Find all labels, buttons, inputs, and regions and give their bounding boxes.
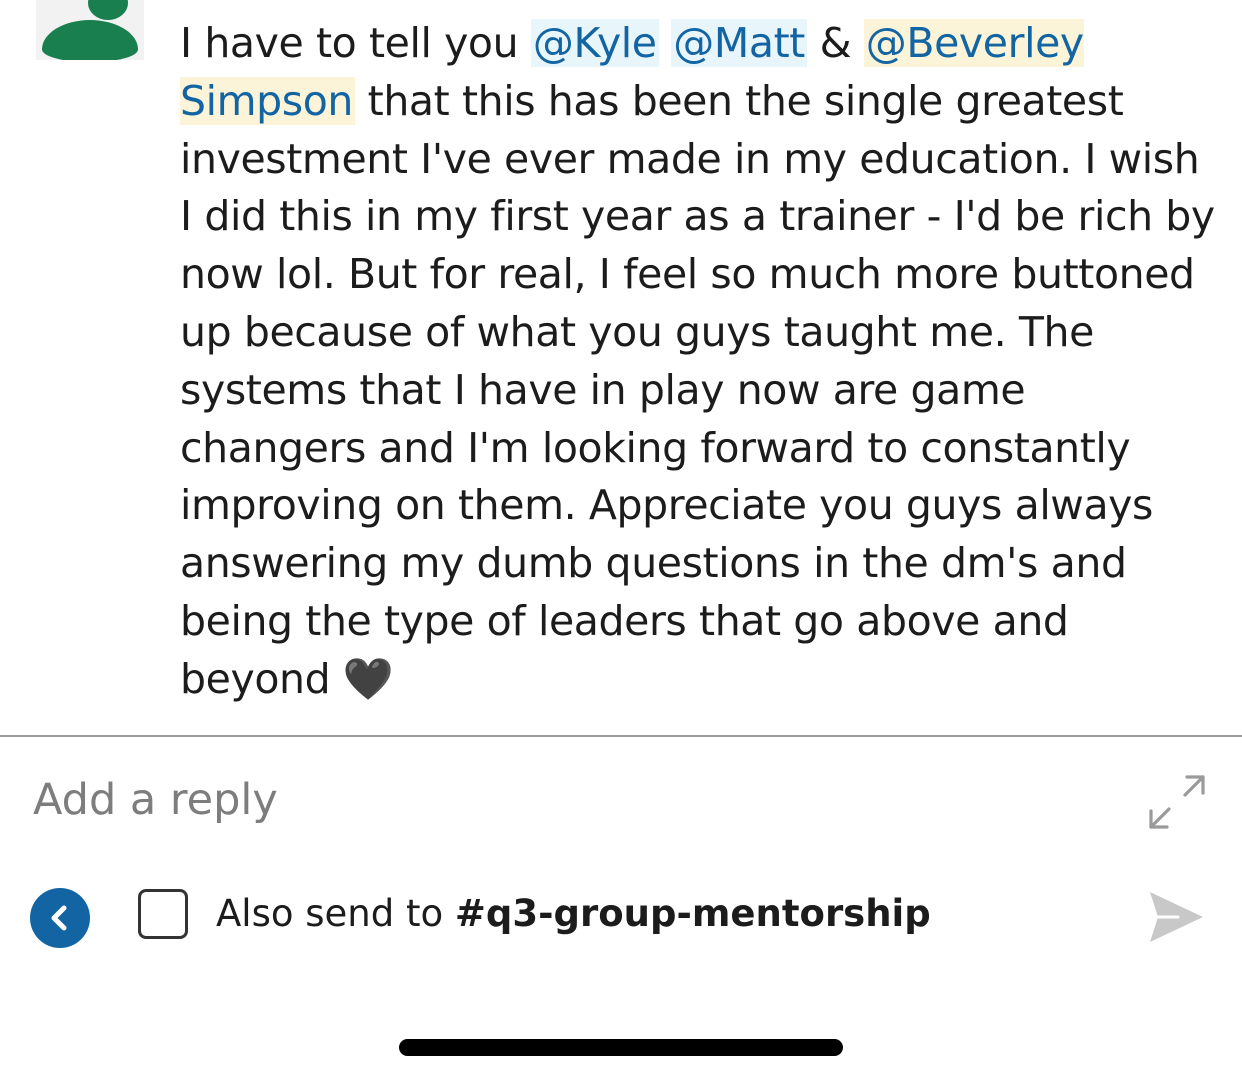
also-send-prefix: Also send to — [216, 892, 455, 935]
channel-name: #q3-group-mentorship — [454, 892, 931, 935]
avatar-body-shape — [42, 20, 138, 60]
avatar-head-shape — [88, 0, 128, 20]
home-indicator — [399, 1039, 843, 1056]
message-intro: I have to tell you — [180, 19, 531, 67]
mention-kyle[interactable]: @Kyle — [530, 19, 659, 67]
also-send-checkbox[interactable] — [138, 889, 188, 939]
back-button[interactable] — [30, 888, 90, 948]
message-space — [659, 19, 672, 67]
send-icon[interactable] — [1146, 888, 1206, 946]
also-send-label[interactable]: Also send to #q3-group-mentorship — [216, 892, 931, 935]
user-avatar[interactable] — [36, 0, 144, 60]
chevron-left-icon — [51, 905, 67, 931]
message-body: that this has been the single greatest i… — [180, 76, 1215, 703]
black-heart-emoji: 🖤 — [342, 654, 394, 703]
message-text: I have to tell you @Kyle @Matt & @Beverl… — [180, 15, 1215, 709]
message-ampersand: & — [806, 19, 864, 67]
composer-divider — [0, 735, 1242, 737]
mention-matt[interactable]: @Matt — [671, 19, 807, 67]
expand-icon[interactable] — [1146, 772, 1208, 834]
reply-input[interactable] — [33, 770, 1123, 830]
